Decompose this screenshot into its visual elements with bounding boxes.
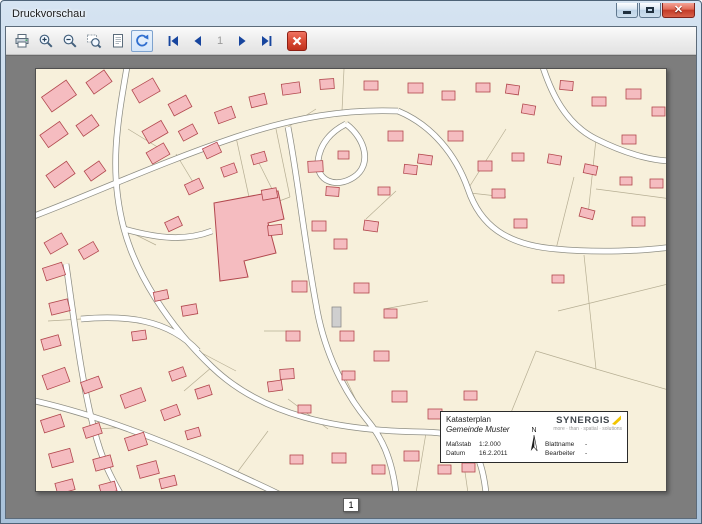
next-page-button[interactable] [231,30,253,52]
minimize-button[interactable] [616,3,638,18]
first-page-icon [166,33,182,49]
print-preview-window: Druckvorschau ✕ [0,0,702,524]
refresh-icon [134,33,150,49]
maximize-button[interactable] [639,3,661,18]
zoom-out-button[interactable] [59,30,81,52]
page-number-indicator: 1 [211,35,229,47]
zoom-in-button[interactable] [35,30,57,52]
date-value: 16.2.2011 [479,450,523,459]
logo-swoosh-icon [612,415,622,426]
last-page-icon [258,33,274,49]
close-preview-icon [291,35,303,47]
preview-toolbar: 1 [6,27,696,55]
fit-page-button[interactable] [107,30,129,52]
editor-value: - [585,450,622,459]
preview-area: Katasterplan Gemeinde Muster Maßstab 1:2… [6,55,696,518]
map-title: Katasterplan [446,415,523,424]
scale-label: Maßstab [446,441,479,450]
editor-label: Bearbeiter [545,450,585,459]
client-area: 1 [5,26,697,519]
previous-page-icon [190,33,206,49]
previous-page-button[interactable] [187,30,209,52]
window-title: Druckvorschau [12,8,616,20]
map-titleblock: Katasterplan Gemeinde Muster Maßstab 1:2… [440,411,628,463]
window-controls: ✕ [616,3,695,18]
minimize-icon [623,11,631,14]
print-button[interactable] [11,30,33,52]
page-icon [110,33,126,49]
logo-row: SYNERGIS [545,415,622,426]
titlebar: Druckvorschau ✕ [5,1,697,26]
titleblock-fields-right: Blattname - Bearbeiter - [545,441,622,459]
date-label: Datum [446,450,479,459]
close-preview-button[interactable] [287,31,307,51]
sheet-value: - [585,441,622,450]
north-arrow-icon: N [527,424,541,458]
titleblock-left: Katasterplan Gemeinde Muster Maßstab 1:2… [446,415,523,459]
close-button[interactable]: ✕ [662,3,695,18]
zoom-out-icon [62,33,78,49]
logo-tagline: more · than · spatial · solutions [545,426,622,432]
titleblock-right: SYNERGIS more · than · spatial · solutio… [545,415,622,459]
sheet-label: Blattname [545,441,585,450]
north-arrow: N [526,415,542,459]
preview-page: Katasterplan Gemeinde Muster Maßstab 1:2… [35,68,667,492]
zoom-window-button[interactable] [83,30,105,52]
zoom-window-icon [86,33,102,49]
last-page-button[interactable] [255,30,277,52]
synergis-logo: SYNERGIS [556,415,610,426]
close-icon: ✕ [674,5,683,16]
next-page-icon [234,33,250,49]
printer-icon [14,33,30,49]
maximize-icon [646,7,654,13]
zoom-in-icon [38,33,54,49]
first-page-button[interactable] [163,30,185,52]
refresh-button[interactable] [131,30,153,52]
map-subtitle: Gemeinde Muster [446,425,523,434]
svg-text:N: N [531,427,536,434]
scale-value: 1:2.000 [479,441,523,450]
page-tab[interactable]: 1 [343,498,358,512]
titleblock-fields-left: Maßstab 1:2.000 Datum 16.2.2011 [446,441,523,459]
